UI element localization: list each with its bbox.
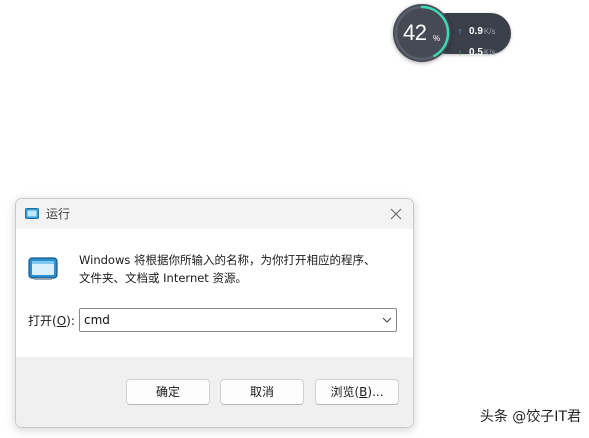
dialog-body xyxy=(16,229,413,357)
download-speed-value: 0.5 xyxy=(469,46,483,58)
upload-speed-unit: K/s xyxy=(483,26,496,36)
open-label-suffix: ): xyxy=(66,314,75,328)
upload-speed-row: ↑ 0.9 K/s xyxy=(453,24,496,38)
upload-arrow-icon: ↑ xyxy=(457,26,463,36)
run-app-icon xyxy=(25,208,39,219)
watermark-text: 头条 @饺子IT君 xyxy=(479,409,581,425)
screen: ↑ 0.9 K/s ↓ 0.5 K/s 42 % 运行 Windows 将根据你… xyxy=(0,0,589,438)
open-label-accelerator: O xyxy=(56,314,67,328)
run-program-icon xyxy=(28,257,58,280)
chevron-down-icon[interactable] xyxy=(382,316,392,324)
dialog-button-bar: 确定 取消 浏览(B)... xyxy=(16,357,413,427)
description-line-2: 文件夹、文档或 Internet 资源。 xyxy=(79,271,247,285)
download-arrow-icon: ↓ xyxy=(457,47,463,57)
download-speed-row: ↓ 0.5 K/s xyxy=(453,45,496,59)
open-label: 打开(O): xyxy=(28,313,75,329)
browse-button[interactable]: 浏览(B)... xyxy=(315,379,399,405)
dialog-description: Windows 将根据你所输入的名称，为你打开相应的程序、 文件夹、文档或 In… xyxy=(79,251,404,287)
browse-label-prefix: 浏览( xyxy=(330,385,360,399)
ok-button[interactable]: 确定 xyxy=(126,379,210,405)
download-speed-unit: K/s xyxy=(483,47,496,57)
open-command-input[interactable]: cmd xyxy=(84,313,110,328)
run-dialog: 运行 Windows 将根据你所输入的名称，为你打开相应的程序、 文件夹、文档或… xyxy=(15,198,414,428)
open-command-combobox[interactable]: cmd xyxy=(79,308,397,332)
dialog-titlebar[interactable]: 运行 xyxy=(16,199,413,229)
cpu-usage-unit: % xyxy=(433,34,441,43)
open-label-prefix: 打开( xyxy=(28,314,57,328)
system-monitor-widget[interactable]: ↑ 0.9 K/s ↓ 0.5 K/s 42 % xyxy=(393,4,513,62)
browse-label-suffix: )... xyxy=(367,385,384,399)
dialog-title: 运行 xyxy=(46,207,71,221)
cpu-usage-gauge: 42 % xyxy=(393,4,451,62)
cancel-button[interactable]: 取消 xyxy=(220,379,304,405)
upload-speed-value: 0.9 xyxy=(469,25,483,37)
close-icon[interactable] xyxy=(385,203,407,225)
description-line-1: Windows 将根据你所输入的名称，为你打开相应的程序、 xyxy=(79,253,376,267)
